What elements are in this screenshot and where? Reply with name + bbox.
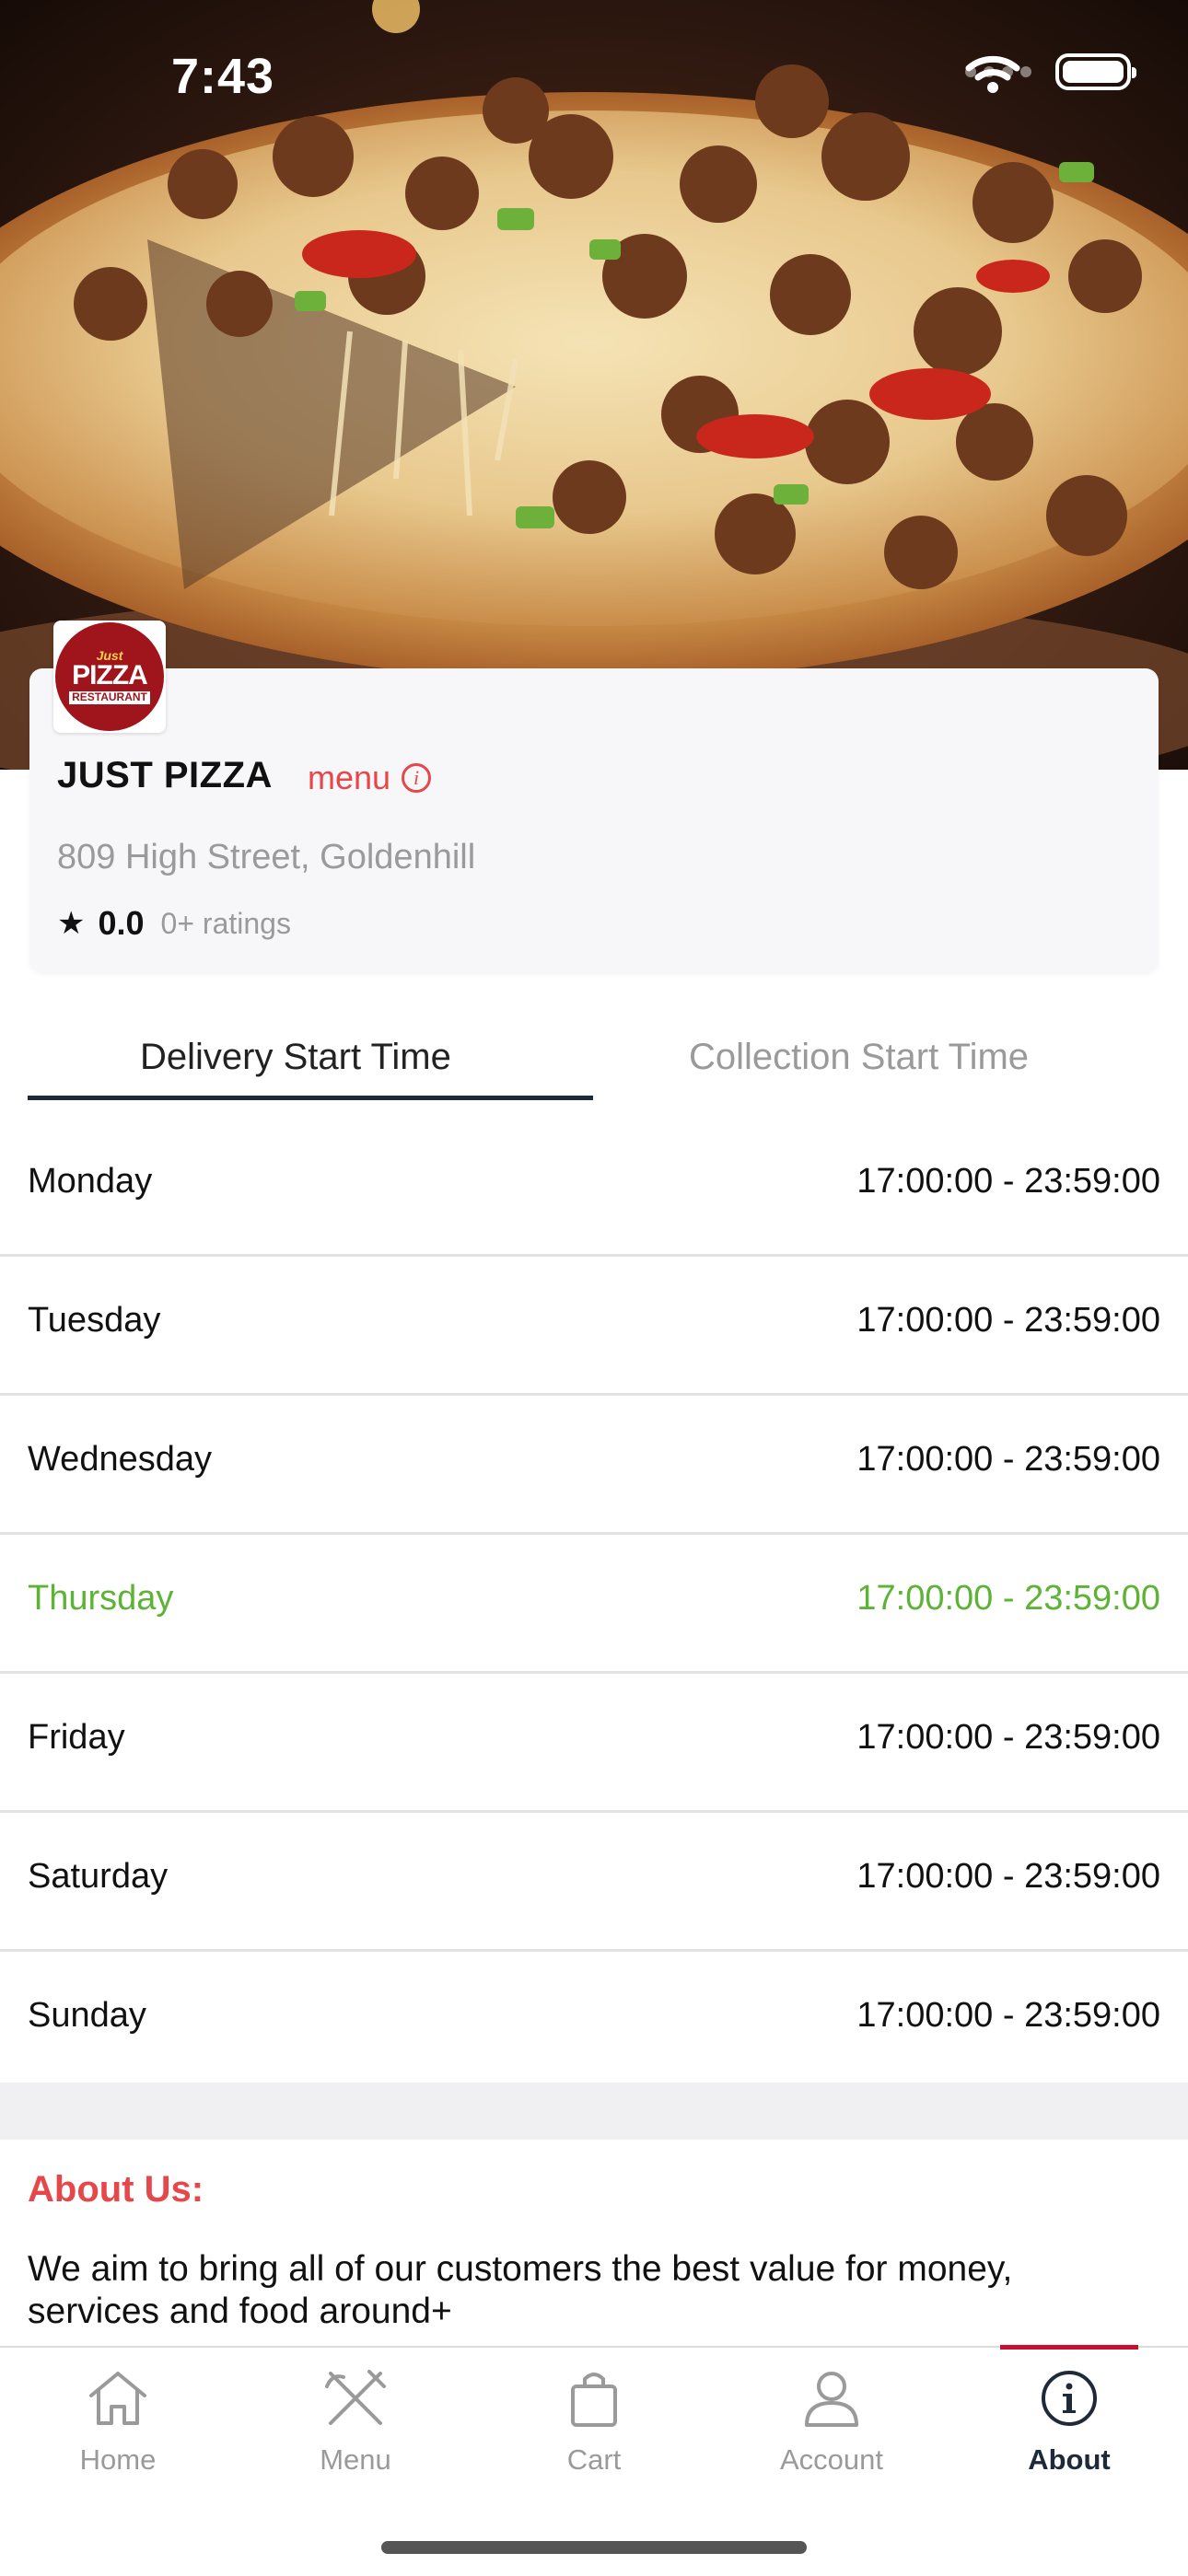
status-bar-time: 7:43 xyxy=(171,49,275,104)
hours-row-saturday: Saturday 17:00:00 - 23:59:00 xyxy=(0,1813,1188,1952)
menu-info-link[interactable]: menu i xyxy=(308,759,432,797)
nav-menu[interactable]: Menu xyxy=(263,2368,448,2477)
opening-hours-list: Monday 17:00:00 - 23:59:00 Tuesday 17:00… xyxy=(0,1118,1188,2091)
menu-link-label: menu xyxy=(308,759,391,796)
section-divider xyxy=(0,2083,1188,2140)
fork-knife-icon xyxy=(325,2370,386,2425)
nav-label-cart: Cart xyxy=(566,2443,622,2476)
day-label: Tuesday xyxy=(28,1301,161,1340)
restaurant-logo: Just PIZZA RESTAURANT xyxy=(53,621,166,733)
day-label: Thursday xyxy=(28,1579,174,1618)
tab-collection-start-time[interactable]: Collection Start Time xyxy=(689,1037,1029,1078)
time-range: 17:00:00 - 23:59:00 xyxy=(856,1579,1160,1618)
hours-row-sunday: Sunday 17:00:00 - 23:59:00 xyxy=(0,1952,1188,2091)
info-icon xyxy=(1042,2371,1097,2426)
nav-label-menu: Menu xyxy=(320,2443,391,2476)
home-icon xyxy=(89,2372,146,2425)
pizza-illustration xyxy=(0,0,1188,770)
time-range: 17:00:00 - 23:59:00 xyxy=(856,1301,1160,1340)
nav-label-about: About xyxy=(1028,2443,1111,2476)
hours-row-friday: Friday 17:00:00 - 23:59:00 xyxy=(0,1674,1188,1813)
home-indicator xyxy=(381,2541,807,2554)
time-range: 17:00:00 - 23:59:00 xyxy=(856,1162,1160,1201)
day-label: Monday xyxy=(28,1162,153,1201)
rating-value: 0.0 xyxy=(98,904,145,942)
day-label: Friday xyxy=(28,1718,125,1757)
day-label: Saturday xyxy=(28,1857,169,1896)
star-icon: ★ xyxy=(57,906,86,941)
user-icon xyxy=(805,2372,858,2427)
restaurant-rating: ★ 0.0 0+ ratings xyxy=(57,904,291,943)
hours-row-wednesday: Wednesday 17:00:00 - 23:59:00 xyxy=(0,1396,1188,1535)
nav-home[interactable]: Home xyxy=(26,2368,210,2477)
logo-text-big: PIZZA xyxy=(72,660,148,691)
day-label: Sunday xyxy=(28,1996,146,2035)
logo-text-sub: RESTAURANT xyxy=(69,691,150,704)
battery-icon xyxy=(1055,53,1136,90)
nav-label-home: Home xyxy=(79,2443,157,2476)
info-icon: i xyxy=(402,763,432,793)
shopping-bag-icon xyxy=(571,2373,617,2427)
restaurant-name: JUST PIZZA xyxy=(57,755,273,795)
time-range: 17:00:00 - 23:59:00 xyxy=(856,1857,1160,1896)
rating-count: 0+ ratings xyxy=(160,906,291,940)
nav-account[interactable]: Account xyxy=(740,2368,924,2477)
restaurant-address: 809 High Street, Goldenhill xyxy=(57,838,476,876)
time-range: 17:00:00 - 23:59:00 xyxy=(856,1440,1160,1479)
nav-label-account: Account xyxy=(779,2443,883,2476)
about-us-text: We aim to bring all of our customers the… xyxy=(28,2249,1013,2331)
wifi-icon xyxy=(965,55,1020,93)
time-range: 17:00:00 - 23:59:00 xyxy=(856,1718,1160,1757)
time-range: 17:00:00 - 23:59:00 xyxy=(856,1996,1160,2035)
hero-pizza-image: 7:43 xyxy=(0,0,1188,770)
active-tab-indicator xyxy=(28,1096,593,1100)
tab-delivery-start-time[interactable]: Delivery Start Time xyxy=(140,1037,451,1078)
active-nav-indicator xyxy=(1000,2345,1138,2350)
hours-row-thursday: Thursday 17:00:00 - 23:59:00 xyxy=(0,1535,1188,1674)
status-bar-icons xyxy=(965,53,1136,93)
hours-row-monday: Monday 17:00:00 - 23:59:00 xyxy=(0,1118,1188,1257)
about-us-title: About Us: xyxy=(28,2169,204,2210)
nav-cart[interactable]: Cart xyxy=(502,2368,686,2477)
day-label: Wednesday xyxy=(28,1440,212,1479)
hours-row-tuesday: Tuesday 17:00:00 - 23:59:00 xyxy=(0,1257,1188,1396)
nav-about[interactable]: About xyxy=(977,2368,1161,2477)
